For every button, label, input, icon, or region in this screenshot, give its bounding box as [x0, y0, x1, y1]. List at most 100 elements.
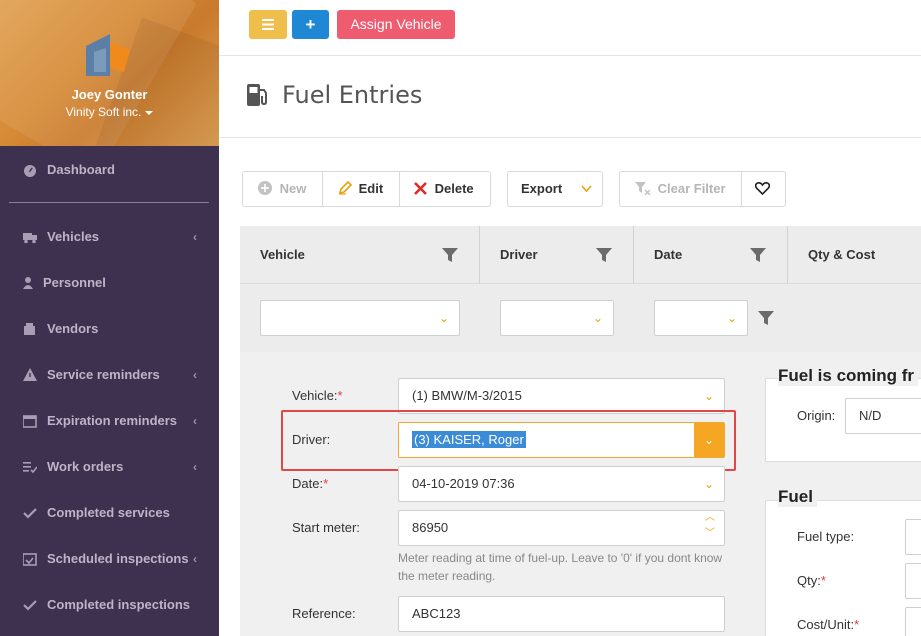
- vehicle-filter-select[interactable]: ⌄: [260, 300, 460, 336]
- profile-panel: Joey Gonter Vinity Soft inc.: [0, 0, 219, 146]
- date-filter-select[interactable]: ⌄: [654, 300, 748, 336]
- filter-toolbar: Clear Filter: [619, 171, 786, 207]
- user-icon: [23, 277, 33, 289]
- filter-icon[interactable]: [596, 247, 612, 263]
- edit-button[interactable]: Edit: [338, 172, 383, 206]
- add-button[interactable]: +: [292, 10, 329, 39]
- company-switcher[interactable]: Vinity Soft inc.: [0, 105, 219, 119]
- heart-icon: [754, 181, 771, 196]
- plus-icon: +: [305, 15, 316, 34]
- driver-select[interactable]: (3) KAISER, Roger ⌄: [398, 422, 725, 458]
- chevron-down-icon: ⌄: [703, 389, 714, 403]
- qty-input[interactable]: [905, 563, 921, 599]
- fuel-pump-icon: [247, 84, 267, 106]
- chevron-down-icon[interactable]: ⌄: [694, 423, 724, 457]
- vehicle-value: (1) BMW/M-3/2015: [412, 388, 522, 403]
- delete-button[interactable]: Delete: [414, 172, 474, 206]
- vehicle-label: Vehicle:*: [292, 388, 343, 403]
- reference-value: ABC123: [412, 606, 461, 621]
- driver-label: Driver:: [292, 432, 331, 447]
- origin-panel-title: Fuel is coming fr: [778, 366, 919, 386]
- filter-clear-icon: [635, 182, 651, 196]
- chevron-down-icon: [581, 185, 592, 193]
- assign-vehicle-button[interactable]: Assign Vehicle: [337, 10, 455, 39]
- sidebar-item-personnel[interactable]: Personnel: [0, 268, 219, 298]
- required-mark: *: [337, 388, 343, 403]
- divider: [787, 226, 788, 284]
- driver-filter-select[interactable]: ⌄: [500, 300, 614, 336]
- date-label-text: Date:: [292, 476, 324, 491]
- chevron-down-icon: ⌄: [726, 311, 737, 325]
- start-meter-input[interactable]: 86950 ︿ ﹀: [398, 510, 725, 546]
- sidebar-item-scheduled-inspections[interactable]: Scheduled inspections ‹: [0, 544, 219, 574]
- cost-unit-label: Cost/Unit:*: [797, 617, 859, 632]
- grid-header: Vehicle Driver Date Qty & Cost: [240, 226, 921, 284]
- vehicle-select[interactable]: (1) BMW/M-3/2015 ⌄: [398, 378, 725, 414]
- column-header-vehicle[interactable]: Vehicle: [260, 226, 305, 284]
- sidebar: Joey Gonter Vinity Soft inc. Dashboard V…: [0, 0, 219, 636]
- divider: [9, 202, 209, 203]
- close-icon: [414, 182, 427, 195]
- fuel-panel-title: Fuel: [778, 487, 817, 507]
- fuel-type-select[interactable]: [905, 519, 921, 555]
- crud-toolbar: New Edit Delete: [242, 171, 491, 207]
- sidebar-item-label: Vehicles: [47, 229, 100, 244]
- divider: [741, 172, 742, 206]
- sidebar-item-label: Vendors: [47, 321, 99, 336]
- export-label: Export: [521, 181, 563, 196]
- export-dropdown[interactable]: Export: [507, 171, 603, 207]
- new-button[interactable]: New: [258, 172, 306, 206]
- sidebar-item-label: Completed services: [47, 505, 170, 520]
- top-bar: + Assign Vehicle: [219, 0, 921, 56]
- sidebar-item-expiration-reminders[interactable]: Expiration reminders ‹: [0, 406, 219, 436]
- column-header-qty-cost[interactable]: Qty & Cost: [808, 226, 875, 284]
- divider: [399, 172, 400, 206]
- clear-filter-button[interactable]: Clear Filter: [635, 172, 726, 206]
- new-label: New: [279, 181, 307, 196]
- hamburger-icon: [262, 19, 274, 30]
- cost-unit-input[interactable]: [905, 607, 921, 636]
- column-header-driver[interactable]: Driver: [500, 226, 538, 284]
- list-check-icon: [23, 462, 37, 474]
- chevron-down-icon: ⌄: [592, 311, 603, 325]
- favorite-button[interactable]: [754, 172, 771, 206]
- origin-value: N/D: [859, 408, 882, 423]
- vehicle-label-text: Vehicle:: [292, 388, 338, 403]
- date-value: 04-10-2019 07:36: [412, 476, 515, 491]
- page-title: Fuel Entries: [282, 81, 423, 109]
- sidebar-item-vendors[interactable]: Vendors: [0, 314, 219, 344]
- sidebar-item-label: Work orders: [47, 459, 124, 474]
- sidebar-item-label: Service reminders: [47, 367, 160, 382]
- user-name[interactable]: Joey Gonter: [0, 87, 219, 102]
- sidebar-item-dashboard[interactable]: Dashboard: [0, 155, 219, 185]
- driver-value: (3) KAISER, Roger: [412, 431, 526, 448]
- edit-label: Edit: [358, 181, 384, 196]
- filter-icon[interactable]: [442, 247, 458, 263]
- origin-input[interactable]: N/D: [845, 398, 921, 434]
- date-picker[interactable]: 04-10-2019 07:36 ⌄: [398, 466, 725, 502]
- sidebar-item-label: Dashboard: [47, 162, 115, 177]
- fuel-panel: [765, 500, 921, 636]
- check-icon: [23, 600, 37, 611]
- reference-input[interactable]: ABC123: [398, 596, 725, 632]
- filter-icon[interactable]: [758, 310, 774, 326]
- filter-icon[interactable]: [750, 247, 766, 263]
- caret-down-icon: [145, 110, 154, 115]
- divider: [322, 172, 323, 206]
- plus-circle-icon: [258, 181, 272, 195]
- sidebar-item-vehicles[interactable]: Vehicles ‹: [0, 222, 219, 252]
- start-meter-label: Start meter:: [292, 520, 360, 535]
- chevron-down-icon[interactable]: ﹀: [705, 517, 715, 551]
- column-header-date[interactable]: Date: [654, 226, 682, 284]
- pencil-icon: [338, 180, 353, 195]
- sidebar-item-work-orders[interactable]: Work orders ‹: [0, 452, 219, 482]
- menu-toggle-button[interactable]: [249, 10, 287, 39]
- delete-label: Delete: [434, 181, 474, 196]
- start-meter-hint: Meter reading at time of fuel-up. Leave …: [398, 551, 723, 583]
- chevron-left-icon: ‹: [193, 460, 197, 474]
- sidebar-item-completed-inspections[interactable]: Completed inspections: [0, 590, 219, 620]
- sidebar-item-service-reminders[interactable]: Service reminders ‹: [0, 360, 219, 390]
- company-name: Vinity Soft inc.: [65, 105, 142, 119]
- sidebar-item-completed-services[interactable]: Completed services: [0, 498, 219, 528]
- sidebar-item-label: Scheduled inspections: [47, 551, 189, 566]
